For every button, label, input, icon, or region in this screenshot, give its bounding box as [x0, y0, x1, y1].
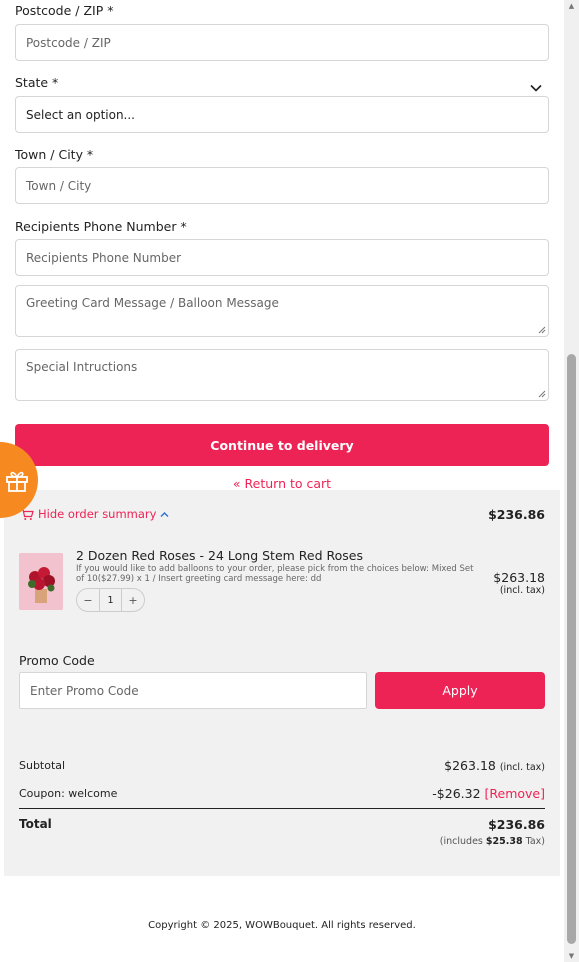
greeting-textarea[interactable]: Greeting Card Message / Balloon Message: [15, 285, 549, 337]
tax-suffix: Tax): [525, 836, 545, 847]
total-divider: [19, 808, 545, 809]
chevron-down-icon[interactable]: [528, 80, 544, 96]
product-thumbnail: [19, 553, 63, 610]
city-placeholder: Town / City: [26, 178, 92, 193]
total-label: Total: [19, 817, 52, 831]
greeting-placeholder: Greeting Card Message / Balloon Message: [26, 296, 279, 310]
phone-input[interactable]: Recipients Phone Number: [15, 239, 549, 276]
state-select-value: Select an option...: [26, 107, 135, 122]
decrease-quantity-button[interactable]: −: [77, 594, 99, 607]
hide-order-summary-toggle[interactable]: Hide order summary: [20, 507, 169, 521]
summary-total-top: $236.86: [488, 507, 545, 522]
scrollbar-thumb[interactable]: [567, 354, 576, 944]
total-value: $236.86: [488, 817, 545, 832]
subtotal-note: (incl. tax): [499, 762, 545, 773]
coupon-value: -$26.32: [432, 786, 481, 801]
roses-image: [19, 553, 63, 610]
subtotal-label: Subtotal: [19, 759, 66, 772]
chevron-up-icon: [160, 511, 169, 517]
continue-to-delivery-button[interactable]: Continue to delivery: [15, 424, 549, 466]
promo-code-label: Promo Code: [19, 653, 95, 668]
resize-handle-icon[interactable]: [538, 390, 546, 398]
total-row: Total $236.86: [19, 817, 545, 832]
state-label: State *: [15, 75, 59, 90]
coupon-value-group: -$26.32 [Remove]: [432, 786, 545, 801]
state-select[interactable]: Select an option...: [15, 96, 549, 133]
increase-quantity-button[interactable]: +: [122, 594, 144, 607]
scroll-down-arrow-icon[interactable]: ▼: [567, 952, 576, 960]
scroll-up-arrow-icon[interactable]: ▲: [567, 2, 576, 10]
promo-code-input[interactable]: Enter Promo Code: [19, 672, 367, 709]
instructions-textarea[interactable]: Special Intructions: [15, 349, 549, 401]
postcode-input[interactable]: Postcode / ZIP: [15, 24, 549, 61]
instructions-placeholder: Special Intructions: [26, 360, 138, 374]
product-description: If you would like to add balloons to you…: [76, 564, 474, 584]
tax-note: (includes $25.38 Tax): [440, 836, 545, 847]
product-price: $263.18: [493, 570, 545, 585]
return-to-cart-link[interactable]: « Return to cart: [0, 476, 564, 491]
product-name: 2 Dozen Red Roses - 24 Long Stem Red Ros…: [76, 548, 363, 563]
city-input[interactable]: Town / City: [15, 167, 549, 204]
subtotal-value: $263.18: [444, 758, 496, 773]
phone-placeholder: Recipients Phone Number: [26, 250, 182, 265]
copyright-text: Copyright © 2025, WOWBouquet. All rights…: [148, 920, 416, 931]
coupon-label: Coupon: welcome: [19, 787, 118, 800]
quantity-value[interactable]: 1: [99, 589, 122, 611]
quantity-stepper[interactable]: − 1 +: [76, 588, 145, 612]
product-price-note: (incl. tax): [499, 585, 545, 596]
hide-order-summary-label: Hide order summary: [38, 507, 157, 521]
scrollbar-track[interactable]: ▲ ▼: [564, 0, 579, 962]
remove-coupon-link[interactable]: [Remove]: [485, 786, 545, 801]
tax-value: $25.38: [485, 836, 523, 847]
order-summary: Hide order summary $236.86 2 Dozen Red R…: [4, 490, 560, 876]
subtotal-value-group: $263.18 (incl. tax): [444, 758, 545, 773]
promo-code-placeholder: Enter Promo Code: [30, 683, 139, 698]
gift-icon: [6, 471, 28, 492]
subtotal-row: Subtotal $263.18 (incl. tax): [19, 758, 545, 773]
apply-promo-button[interactable]: Apply: [375, 672, 545, 709]
tax-prefix: (includes: [439, 836, 483, 847]
postcode-placeholder: Postcode / ZIP: [26, 35, 111, 50]
resize-handle-icon[interactable]: [538, 326, 546, 334]
coupon-row: Coupon: welcome -$26.32 [Remove]: [19, 786, 545, 801]
phone-label: Recipients Phone Number *: [15, 219, 187, 234]
city-label: Town / City *: [15, 147, 94, 162]
postcode-label: Postcode / ZIP *: [15, 3, 114, 18]
